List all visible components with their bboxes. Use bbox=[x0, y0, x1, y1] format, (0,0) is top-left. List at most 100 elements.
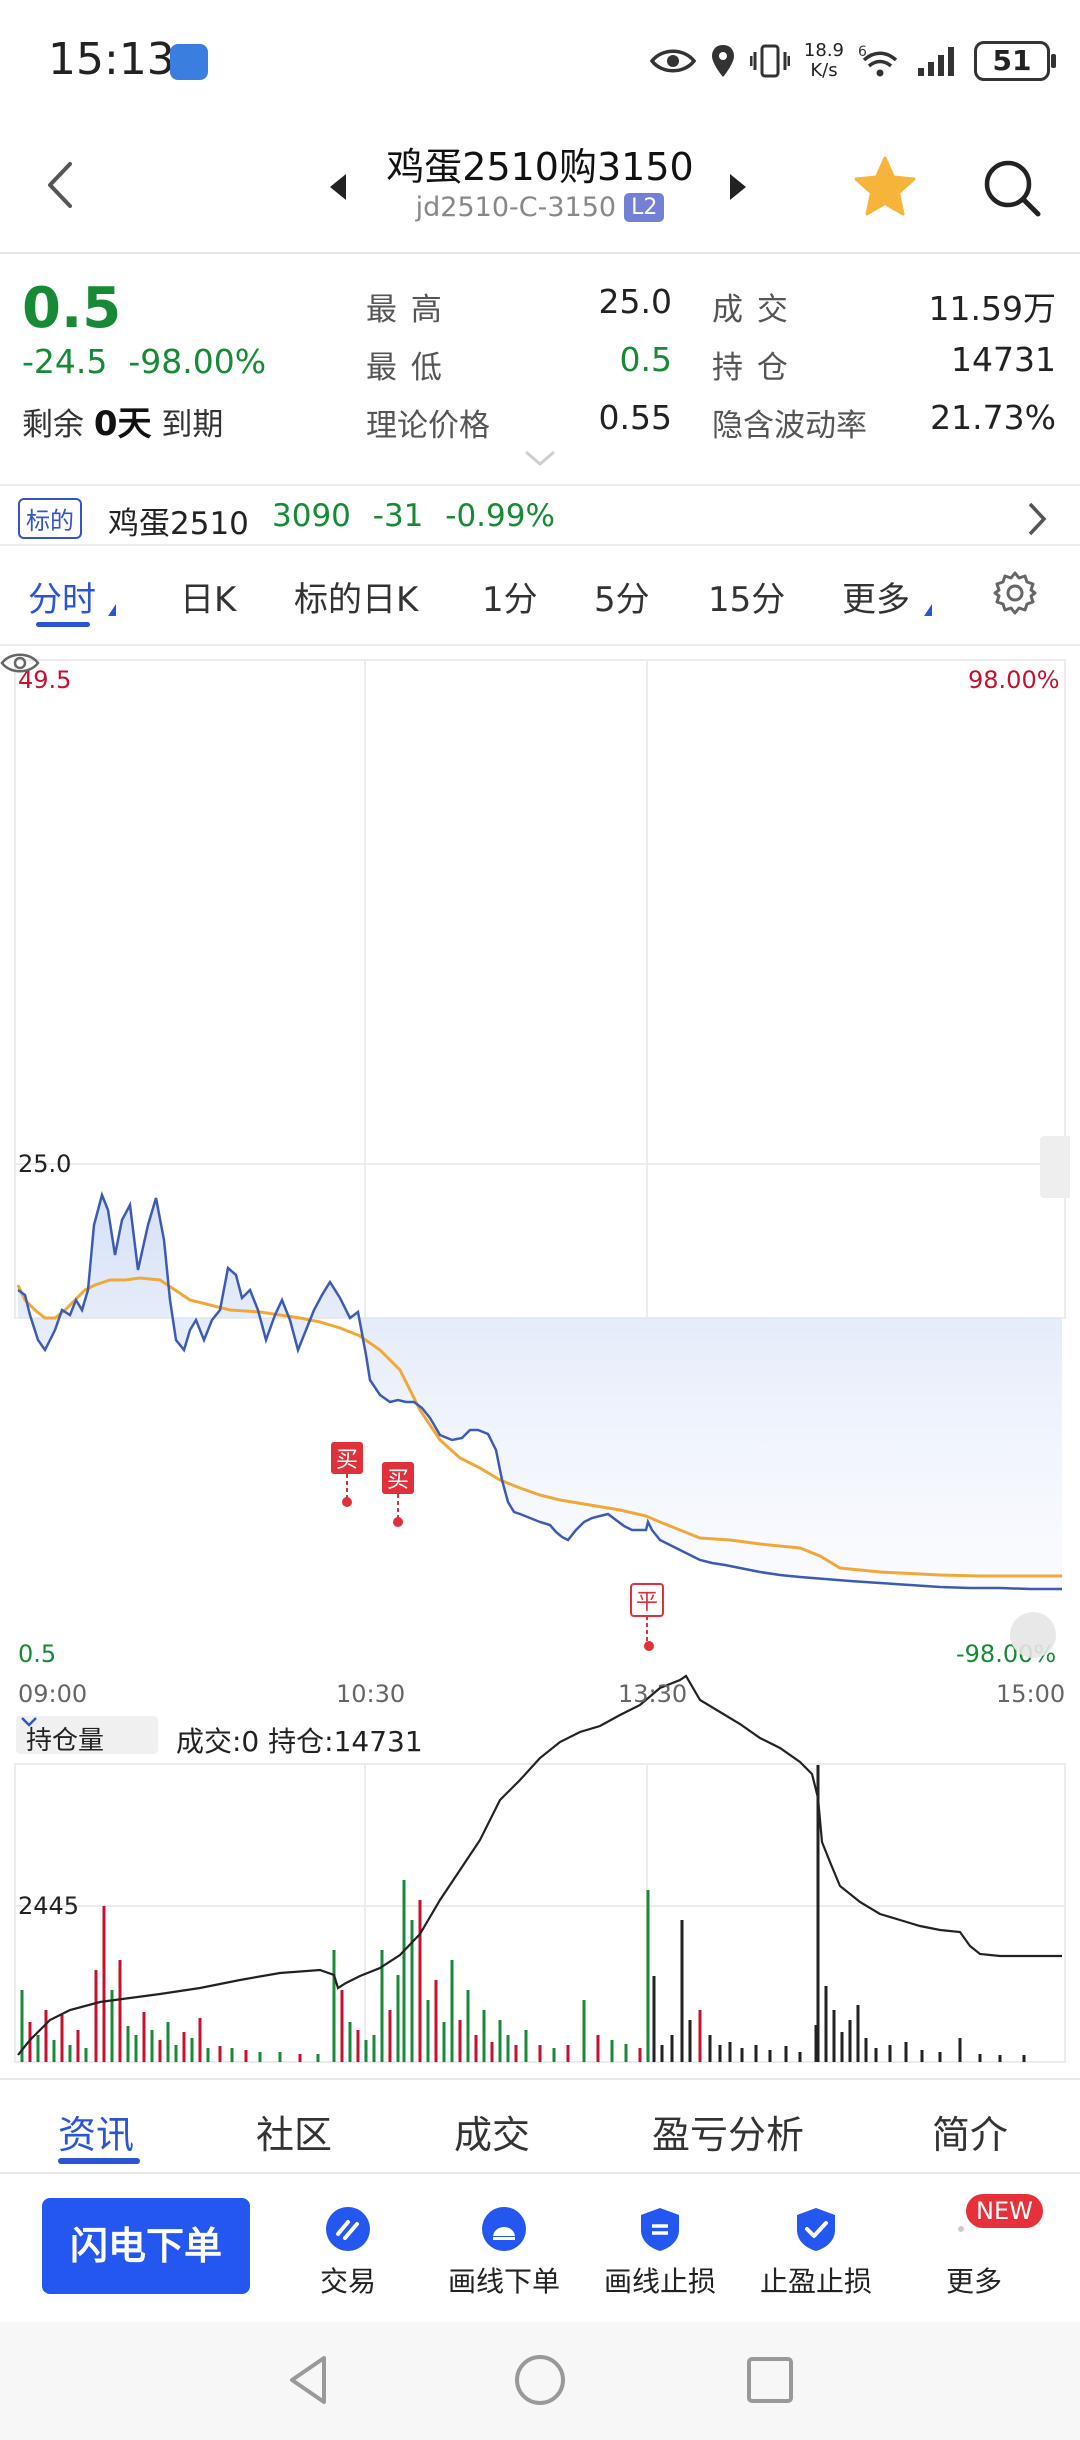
low-label: 最 低 bbox=[366, 350, 444, 386]
open-interest-label: 持 仓 bbox=[712, 350, 790, 386]
action-bar: 闪电下单 交易 画线下单 画线止损 止盈止损 更多 NEW bbox=[0, 2176, 1080, 2322]
time-label-0900: 09:00 bbox=[18, 1680, 88, 1708]
high-label: 最 高 bbox=[366, 292, 444, 328]
svg-text:平: 平 bbox=[636, 1590, 658, 1615]
theory-price-value: 0.55 bbox=[598, 398, 672, 437]
price-area bbox=[18, 1195, 1062, 1589]
underlying-row[interactable]: 标的 鸡蛋2510 3090 -31 -0.99% bbox=[0, 484, 1080, 546]
low-value: 0.5 bbox=[619, 340, 672, 379]
tab-underlying-daily-k[interactable]: 标的日K bbox=[294, 572, 418, 621]
period-tabs: 分时 日K 标的日K 1分 5分 15分 更多 bbox=[0, 548, 1080, 646]
quote-panel: 0.5 -24.5 -98.00% 剩余 0天 到期 最 高 25.0 最 低 … bbox=[0, 256, 1080, 480]
location-icon bbox=[711, 45, 734, 77]
price-change: -24.5 -98.00% bbox=[22, 342, 267, 381]
trade-icon bbox=[326, 2207, 370, 2251]
theory-price-label: 理论价格 bbox=[366, 408, 490, 444]
eye-toggle-icon[interactable] bbox=[0, 650, 40, 676]
net-speed: 18.9 K/s bbox=[803, 40, 844, 81]
buy-marker-1: 买 bbox=[331, 1442, 363, 1507]
open-interest-line bbox=[17, 1674, 1062, 2056]
contract-code-row: jd2510-C-3150 L2 bbox=[0, 192, 1080, 223]
content-tabs: 资讯 社区 成交 盈亏分析 简介 bbox=[0, 2078, 1080, 2174]
buy-marker-2: 买 bbox=[382, 1462, 414, 1527]
chart-canvas: 买 买 平 bbox=[14, 659, 1066, 2063]
y-bottom-label: 0.5 bbox=[18, 1640, 57, 1668]
tab-pnl-analysis[interactable]: 盈亏分析 bbox=[652, 2104, 804, 2159]
tab-intro[interactable]: 简介 bbox=[932, 2104, 1008, 2159]
search-icon[interactable] bbox=[980, 156, 1044, 220]
close-marker: 平 bbox=[630, 1583, 664, 1651]
time-label-1500: 15:00 bbox=[996, 1680, 1066, 1708]
side-panel-handle[interactable] bbox=[1040, 1136, 1070, 1198]
gear-icon[interactable] bbox=[992, 570, 1038, 616]
contract-code: jd2510-C-3150 bbox=[415, 192, 617, 223]
volume-bars bbox=[20, 1765, 1026, 2062]
more-dropdown-icon bbox=[924, 604, 932, 616]
y-mid-label: 25.0 bbox=[18, 1150, 72, 1178]
price-chart-frame bbox=[14, 659, 1066, 1319]
tab-trades[interactable]: 成交 bbox=[454, 2104, 530, 2159]
status-bar: 15:13 18.9 K/s 6 51 bbox=[0, 0, 1080, 120]
app-header: 鸡蛋2510购3150 jd2510-C-3150 L2 bbox=[0, 120, 1080, 254]
shield-check-icon bbox=[797, 2208, 835, 2251]
tab-5min[interactable]: 5分 bbox=[594, 572, 650, 621]
tab-intraday[interactable]: 分时 bbox=[28, 572, 96, 621]
time-label-1330: 13:30 bbox=[618, 1680, 688, 1708]
volume-info: 成交:0 持仓:14731 bbox=[176, 1725, 423, 1758]
intraday-chart[interactable]: 买 买 平 49.5 98.00% 25.0 0.5 -98.00% 09:00… bbox=[0, 650, 1080, 2078]
status-icons: 18.9 K/s 6 51 bbox=[649, 36, 1056, 86]
tab-daily-k[interactable]: 日K bbox=[180, 572, 236, 621]
svg-text:买: 买 bbox=[336, 1448, 358, 1473]
underlying-quote: 3090 -31 -0.99% bbox=[272, 498, 555, 534]
tab-15min[interactable]: 15分 bbox=[708, 572, 785, 621]
contract-title: 鸡蛋2510购3150 bbox=[386, 145, 694, 189]
cell-signal-icon bbox=[918, 47, 954, 76]
chart-reset-button[interactable] bbox=[1010, 1612, 1056, 1658]
app-notification-icon bbox=[170, 44, 208, 80]
vibrate-icon bbox=[749, 44, 790, 78]
implied-vol-label: 隐含波动率 bbox=[712, 408, 867, 444]
nav-recents-icon[interactable] bbox=[742, 2352, 798, 2408]
volume-label: 成 交 bbox=[712, 292, 790, 328]
wifi-icon: 6 bbox=[858, 44, 898, 77]
open-interest-value: 14731 bbox=[951, 340, 1056, 379]
chevron-down-icon bbox=[21, 1717, 37, 1727]
tab-news[interactable]: 资讯 bbox=[58, 2104, 134, 2159]
volume-y-label: 2445 bbox=[18, 1892, 80, 1920]
line-order-button[interactable]: 画线下单 bbox=[434, 2206, 574, 2300]
nav-back-icon[interactable] bbox=[282, 2352, 338, 2408]
trade-button[interactable]: 交易 bbox=[278, 2206, 418, 2300]
shield-icon bbox=[641, 2208, 679, 2251]
nav-home-icon[interactable] bbox=[512, 2352, 568, 2408]
tab-community[interactable]: 社区 bbox=[256, 2104, 332, 2159]
favorite-star-icon[interactable] bbox=[852, 154, 918, 220]
underlying-name: 鸡蛋2510 bbox=[108, 506, 249, 542]
line-stop-loss-button[interactable]: 画线止损 bbox=[590, 2206, 730, 2300]
l2-badge: L2 bbox=[624, 193, 665, 222]
volume-indicator-select[interactable]: 持仓量 bbox=[16, 1716, 158, 1756]
line-order-icon bbox=[482, 2207, 526, 2251]
battery-icon: 51 bbox=[974, 41, 1056, 81]
pct-top-label: 98.00% bbox=[968, 666, 1060, 694]
status-time: 15:13 bbox=[48, 34, 175, 85]
tp-sl-button[interactable]: 止盈止损 bbox=[746, 2206, 886, 2300]
time-label-1030: 10:30 bbox=[336, 1680, 406, 1708]
flash-order-button[interactable]: 闪电下单 bbox=[42, 2198, 250, 2294]
volume-value: 11.59万 bbox=[928, 289, 1056, 328]
new-badge: NEW bbox=[966, 2194, 1043, 2228]
system-nav-bar bbox=[0, 2322, 1080, 2440]
last-price: 0.5 bbox=[22, 276, 122, 341]
next-contract-icon[interactable] bbox=[726, 170, 750, 204]
svg-text:买: 买 bbox=[387, 1468, 409, 1493]
intraday-dropdown-icon bbox=[108, 604, 116, 616]
tab-more[interactable]: 更多 bbox=[842, 572, 910, 621]
eye-icon bbox=[649, 49, 696, 73]
high-value: 25.0 bbox=[598, 282, 672, 321]
tab-active-underline bbox=[36, 622, 90, 627]
expiry-remaining: 剩余 0天 到期 bbox=[22, 404, 224, 444]
tab-1min[interactable]: 1分 bbox=[482, 572, 538, 621]
chevron-right-icon[interactable] bbox=[1024, 500, 1050, 538]
underlying-tag: 标的 bbox=[18, 498, 82, 539]
content-tab-underline bbox=[58, 2158, 140, 2164]
chevron-down-icon[interactable] bbox=[522, 448, 558, 470]
